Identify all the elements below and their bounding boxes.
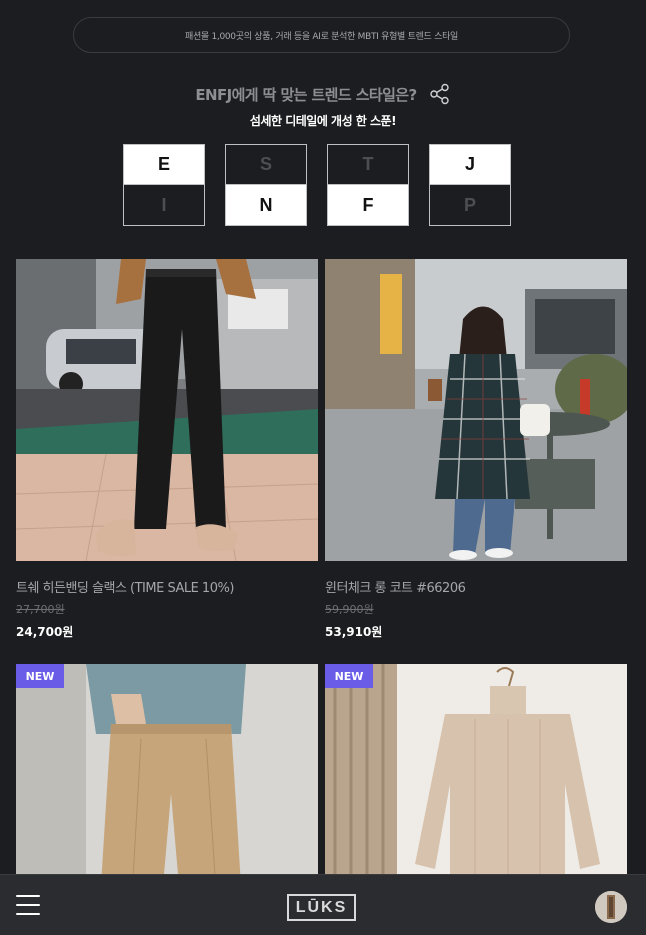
mbti-option-n[interactable]: N [226, 185, 306, 225]
product-card[interactable]: 트쉐 히든밴딩 슬랙스 (TIME SALE 10%) 27,700원 24,7… [16, 259, 318, 640]
page-title: ENFJ에게 딱 맞는 트렌드 스타일은? [195, 85, 417, 104]
mbti-option-f[interactable]: F [328, 185, 408, 225]
mbti-option-s[interactable]: S [226, 145, 306, 185]
mbti-pair-tf: T F [327, 144, 409, 226]
mbti-option-p[interactable]: P [430, 185, 510, 225]
hamburger-menu-icon[interactable] [16, 895, 40, 917]
mbti-selector: E I S N T F J P [0, 144, 646, 226]
product-card[interactable]: 윈터체크 롱 코트 #66206 59,900원 53,910원 [325, 259, 627, 640]
banner-text: 패션몰 1,000곳의 상품, 거래 등을 AI로 분석한 MBTI 유형별 트… [184, 31, 459, 42]
bottom-bar: LŪKS [0, 874, 646, 935]
mbti-option-e[interactable]: E [124, 145, 204, 185]
mbti-option-j[interactable]: J [430, 145, 510, 185]
product-original-price: 27,700원 [16, 603, 65, 616]
app-logo[interactable]: LŪKS [287, 894, 356, 921]
mbti-option-t[interactable]: T [328, 145, 408, 185]
new-badge: NEW [325, 664, 373, 688]
page-subtitle: 섬세한 디테일에 개성 한 스푼! [249, 114, 397, 128]
mbti-pair-sn: S N [225, 144, 307, 226]
mbti-pair-jp: J P [429, 144, 511, 226]
share-icon[interactable] [429, 83, 451, 105]
product-image-slacks[interactable] [16, 259, 318, 561]
headline: ENFJ에게 딱 맞는 트렌드 스타일은? [0, 81, 646, 107]
product-original-price: 59,900원 [325, 603, 374, 616]
mbti-option-i[interactable]: I [124, 185, 204, 225]
profile-avatar[interactable] [595, 891, 627, 923]
top-banner[interactable]: 패션몰 1,000곳의 상품, 거래 등을 AI로 분석한 MBTI 유형별 트… [73, 17, 570, 53]
product-name[interactable]: 트쉐 히든밴딩 슬랙스 (TIME SALE 10%) [16, 577, 318, 596]
product-price: 24,700원 [16, 625, 74, 639]
new-badge: NEW [16, 664, 64, 688]
product-price: 53,910원 [325, 625, 383, 639]
product-image-check-coat[interactable] [325, 259, 627, 561]
mbti-pair-ei: E I [123, 144, 205, 226]
product-name[interactable]: 윈터체크 롱 코트 #66206 [325, 577, 627, 596]
